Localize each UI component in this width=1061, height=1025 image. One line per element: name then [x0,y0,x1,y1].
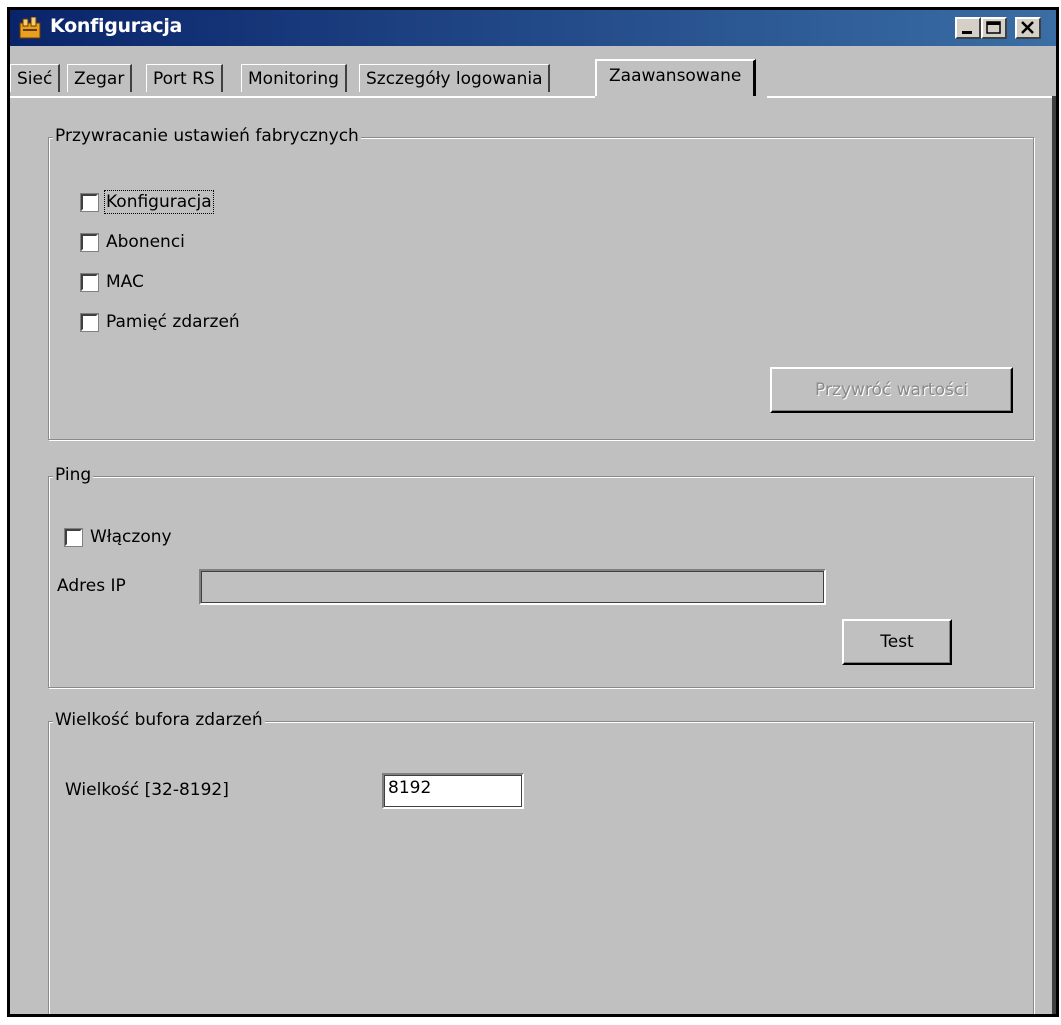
option-konfiguracja[interactable]: Konfiguracja [80,190,214,214]
minimize-button[interactable] [955,17,981,39]
option-label: Konfiguracja [104,190,214,214]
ping-group: Ping Włączony Adres IP Test [48,465,1034,688]
ip-address-label: Adres IP [57,576,126,596]
tab-szczegoly-logowania[interactable]: Szczegóły logowania [359,64,551,92]
option-label: MAC [106,272,144,292]
maximize-icon [986,21,1001,34]
tab-label: Szczegóły logowania [366,69,543,89]
event-buffer-group: Wielkość bufora zdarzeń Wielkość [32-819… [48,710,1034,1014]
title-bar[interactable]: Konfiguracja [10,10,1056,46]
option-label: Abonenci [106,232,185,252]
tab-label: Zaawansowane [609,66,742,86]
restore-defaults-button[interactable]: Przywróć wartości [770,367,1013,413]
panel-right-edge [1052,96,1056,1014]
ip-address-field[interactable] [199,569,826,605]
app-icon [19,17,41,39]
checkbox-konfiguracja[interactable] [80,192,99,212]
factory-reset-group: Przywracanie ustawień fabrycznych Konfig… [48,126,1034,440]
tab-label: Zegar [74,69,125,89]
checkbox-ping-enabled[interactable] [64,527,83,547]
buffer-size-field[interactable]: 8192 [382,773,524,809]
window-title: Konfiguracja [50,15,183,37]
ping-enabled-label: Włączony [90,527,172,547]
factory-reset-legend: Przywracanie ustawień fabrycznych [53,126,361,146]
buffer-size-label: Wielkość [32-8192] [65,780,229,800]
option-mac[interactable]: MAC [80,272,144,292]
close-icon [1021,21,1034,34]
checkbox-pamiec-zdarzen[interactable] [80,312,99,332]
option-abonenci[interactable]: Abonenci [80,232,185,252]
tab-port-rs[interactable]: Port RS [146,64,223,92]
minimize-icon [962,31,972,34]
checkbox-abonenci[interactable] [80,232,99,252]
config-window: Konfiguracja Sieć Zegar Port RS Monitori… [7,7,1059,1017]
maximize-button[interactable] [981,17,1007,39]
tab-zaawansowane[interactable]: Zaawansowane [595,59,757,96]
ping-enabled-option[interactable]: Włączony [64,527,172,547]
test-button[interactable]: Test [842,619,952,665]
tab-label: Monitoring [248,69,339,89]
active-tab-gap [595,96,767,99]
option-pamiec-zdarzen[interactable]: Pamięć zdarzeń [80,312,240,332]
tab-panel-border [10,96,1056,98]
tab-zegar[interactable]: Zegar [67,64,133,92]
tab-strip: Sieć Zegar Port RS Monitoring Szczegóły … [10,46,1056,96]
option-label: Pamięć zdarzeń [106,312,240,332]
tab-monitoring[interactable]: Monitoring [241,64,347,92]
tab-siec[interactable]: Sieć [10,64,61,92]
tab-label: Port RS [153,69,215,89]
tab-label: Sieć [17,69,53,89]
close-button[interactable] [1015,17,1041,39]
ping-legend: Ping [53,465,94,485]
event-buffer-legend: Wielkość bufora zdarzeń [53,710,265,730]
checkbox-mac[interactable] [80,272,99,292]
